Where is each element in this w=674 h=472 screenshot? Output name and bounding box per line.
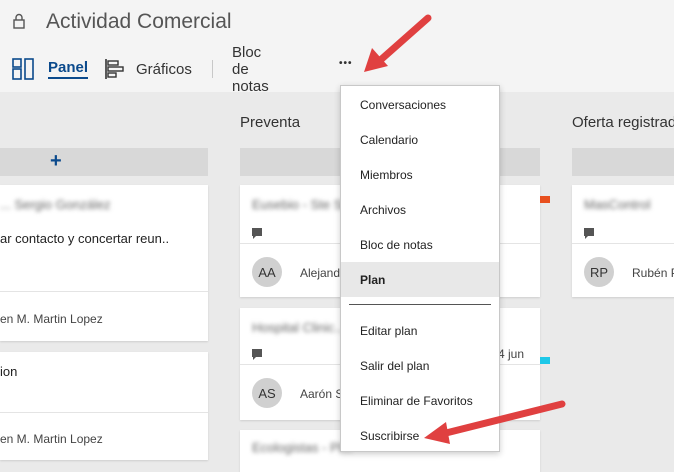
menu-item-editar-plan[interactable]: Editar plan [341, 313, 499, 348]
comment-icon [252, 228, 262, 239]
tab-graficos-label: Gráficos [136, 60, 192, 78]
menu-item-salir-del-plan[interactable]: Salir del plan [341, 348, 499, 383]
column-title-oferta: Oferta registrad [572, 114, 674, 131]
card-divider [0, 412, 208, 413]
tab-panel-label: Panel [48, 59, 89, 79]
ellipsis-icon: ••• [339, 57, 353, 69]
card-assignee: Aarón S [300, 387, 344, 401]
column-title-preventa: Preventa [240, 114, 301, 131]
card-assignee: en M. Martin Lopez [0, 432, 103, 446]
menu-divider [349, 304, 491, 305]
page-title: Actividad Comercial [46, 10, 232, 33]
card-assignee: Alejand [300, 266, 341, 280]
add-task-bar[interactable] [572, 148, 674, 176]
comment-icon [584, 228, 594, 239]
tab-bloc-label: Bloc de notas [232, 43, 269, 95]
card-text: ion [0, 364, 18, 379]
label-tag-cyan [540, 357, 550, 364]
card-title-blurred: Ecologistas - Pl... [252, 440, 353, 455]
card-title-blurred: MasControl [584, 197, 651, 212]
avatar: RP [584, 257, 614, 287]
card-title-blurred: Hospital Clinic... [252, 320, 346, 335]
chart-bars-icon [105, 59, 124, 79]
menu-item-bloc-de-notas[interactable]: Bloc de notas [341, 227, 499, 262]
task-card[interactable]: MasControl RP Rubén P [572, 185, 674, 297]
tab-bloc-de-notas[interactable]: Bloc de notas [232, 44, 269, 95]
card-divider [572, 243, 674, 244]
add-task-bar[interactable] [0, 148, 208, 176]
label-tag-orange [540, 196, 550, 203]
card-text: ar contacto y concertar reun.. [0, 231, 170, 246]
card-divider [0, 291, 208, 292]
menu-item-miembros[interactable]: Miembros [341, 157, 499, 192]
annotation-arrow-icon [424, 400, 566, 444]
add-task-plus-icon[interactable]: + [50, 150, 62, 173]
tab-panel[interactable]: Panel [12, 54, 89, 84]
card-assignee: Rubén P [632, 266, 674, 280]
tab-divider [212, 60, 213, 78]
menu-item-conversaciones[interactable]: Conversaciones [341, 87, 499, 122]
more-options-button[interactable]: ••• [339, 48, 353, 78]
card-assignee: en M. Martin Lopez [0, 312, 103, 326]
annotation-arrow-icon [364, 14, 432, 72]
lock-icon [13, 13, 25, 29]
card-title-blurred: ... Sergio González [0, 197, 111, 212]
card-due-date: 4 jun [498, 347, 525, 361]
tab-graficos[interactable]: Gráficos [104, 54, 192, 84]
board-icon [12, 58, 34, 80]
avatar: AA [252, 257, 282, 287]
header-bar: Actividad Comercial Panel Gráficos Bloc … [0, 0, 674, 95]
task-card[interactable]: ... Sergio González ar contacto y concer… [0, 185, 208, 341]
menu-item-plan[interactable]: Plan [341, 262, 499, 297]
menu-item-archivos[interactable]: Archivos [341, 192, 499, 227]
comment-icon [252, 349, 262, 360]
avatar: AS [252, 378, 282, 408]
task-card[interactable]: ion en M. Martin Lopez [0, 352, 208, 460]
menu-item-calendario[interactable]: Calendario [341, 122, 499, 157]
